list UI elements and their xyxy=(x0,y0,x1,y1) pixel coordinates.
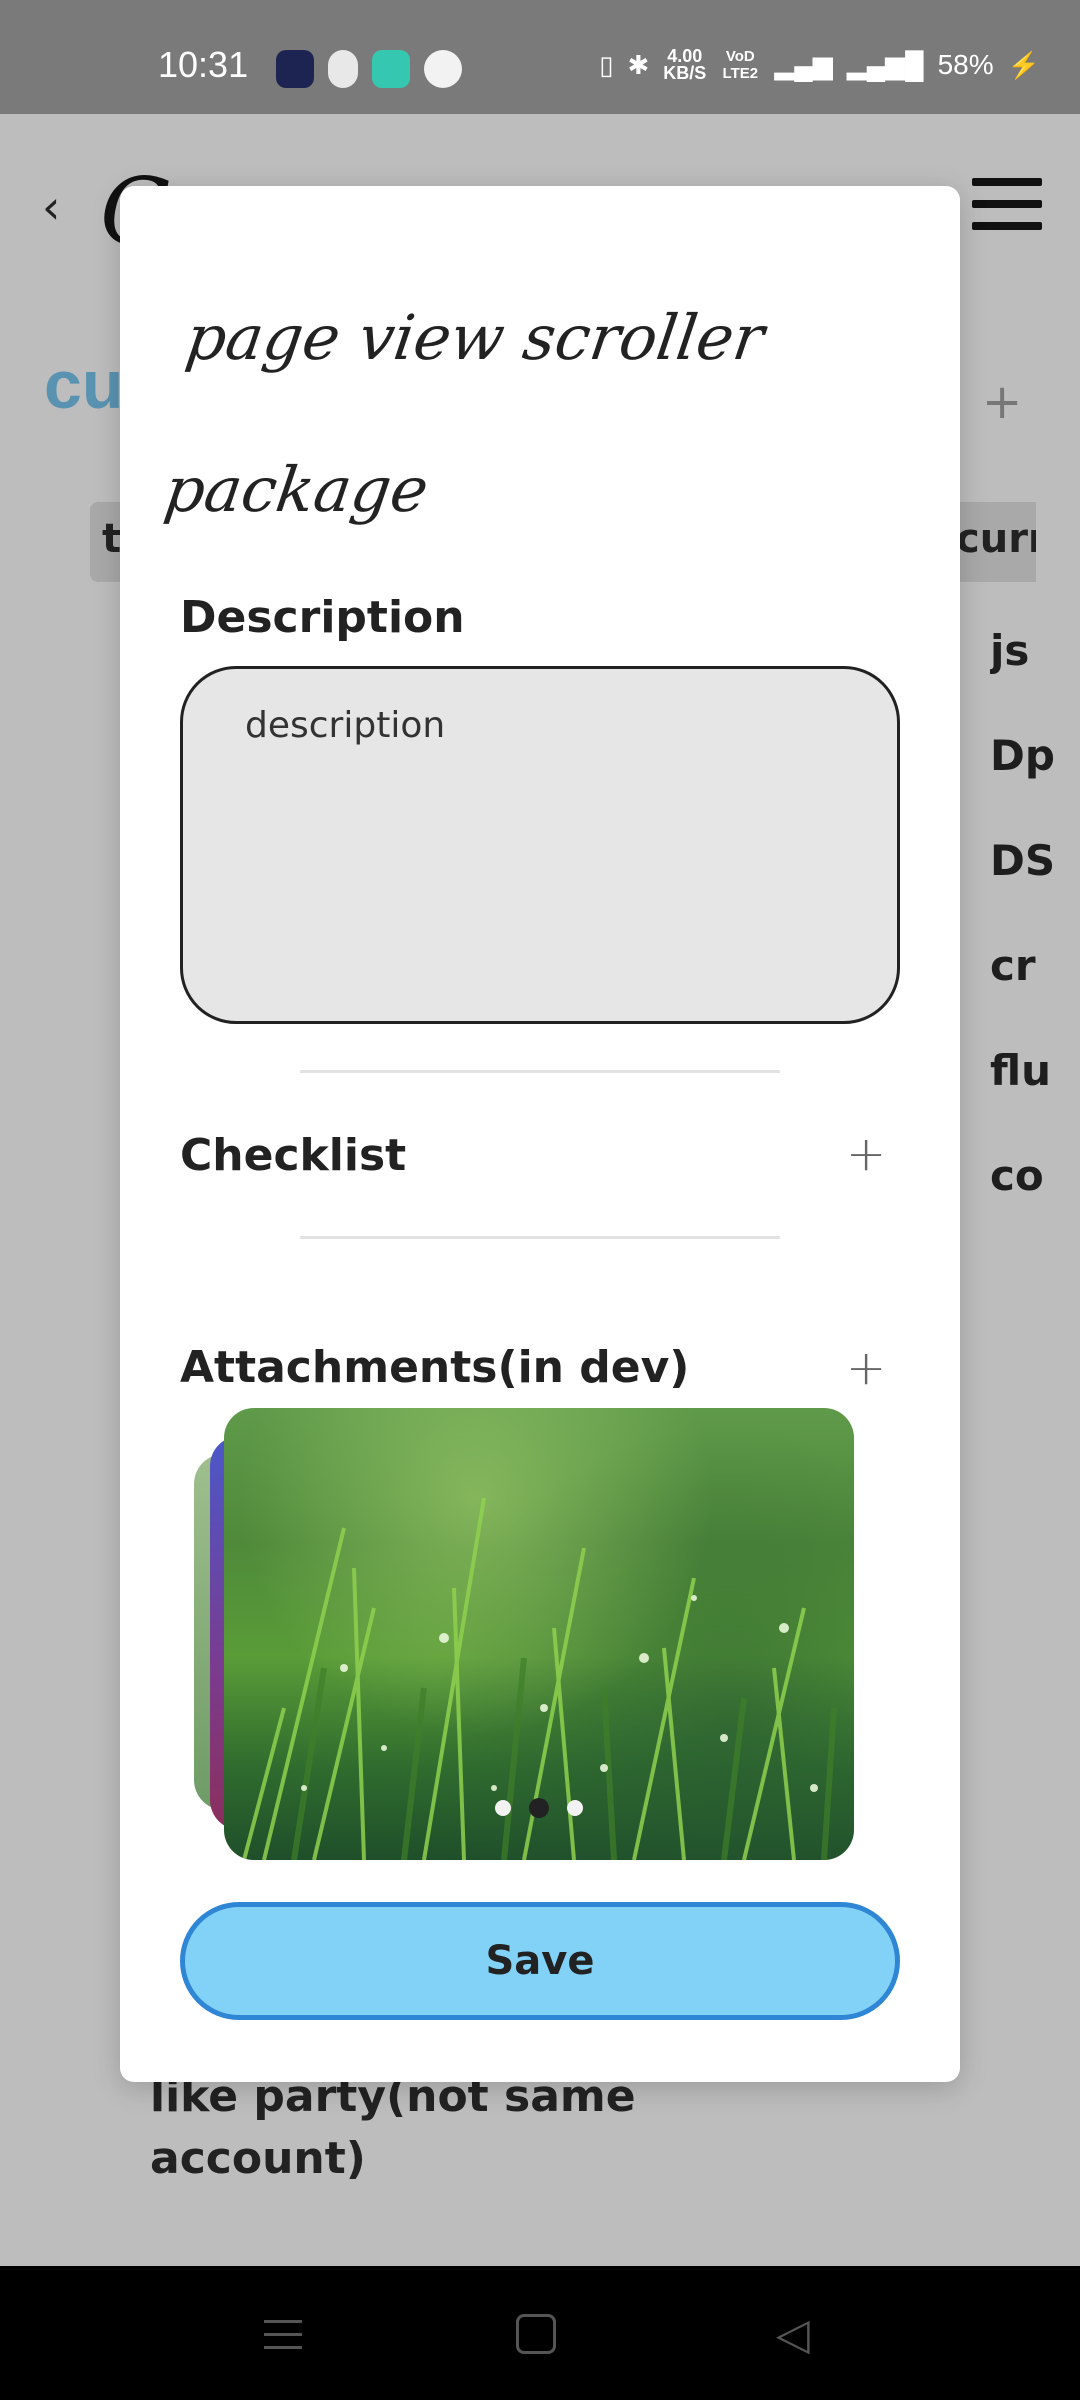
bluetooth-icon: ✱ xyxy=(627,49,650,80)
list-item[interactable]: DS xyxy=(990,836,1070,941)
signal-icon: ▂▄▆█ xyxy=(846,49,924,80)
list-item[interactable]: js xyxy=(990,626,1070,731)
page-dot-active[interactable] xyxy=(529,1798,549,1818)
app-notification-icon xyxy=(328,50,358,88)
background-list: js Dp DS cr flu co xyxy=(990,626,1070,1256)
list-item[interactable]: cr xyxy=(990,941,1070,1046)
page-dot[interactable] xyxy=(567,1800,583,1816)
dialog-title: page view scroller package xyxy=(160,301,769,526)
attachments-label: Attachments(in dev) xyxy=(180,1342,690,1393)
app-notification-icon xyxy=(372,50,410,88)
list-item[interactable]: co xyxy=(990,1151,1070,1256)
attachment-image-grass[interactable] xyxy=(224,1408,854,1860)
background-add-icon[interactable]: + xyxy=(982,374,1022,430)
notification-icons xyxy=(276,50,462,88)
battery-percent: 58% xyxy=(937,49,994,80)
description-placeholder: description xyxy=(245,705,446,746)
checklist-label: Checklist xyxy=(180,1130,407,1181)
back-icon[interactable]: ◁ xyxy=(776,2310,826,2360)
status-time: 10:31 xyxy=(158,44,249,85)
divider xyxy=(300,1236,780,1239)
save-button-label: Save xyxy=(485,1938,595,1984)
hamburger-menu-icon[interactable] xyxy=(972,178,1042,244)
app-notification-icon xyxy=(276,50,314,88)
task-detail-dialog: page view scroller package Description d… xyxy=(120,186,960,2082)
description-input[interactable]: description xyxy=(180,666,900,1024)
save-button[interactable]: Save xyxy=(180,1902,900,2020)
background-card-text: like party(not same account) xyxy=(150,2071,636,2184)
status-bar: 10:31 ▯ ✱ 4.00 KB/S VoD LTE2 ▂▄▆ ▂▄▆█ 58… xyxy=(0,0,1080,114)
page-dot[interactable] xyxy=(495,1800,511,1816)
home-icon[interactable] xyxy=(516,2314,556,2354)
list-item[interactable]: flu xyxy=(990,1046,1070,1151)
add-checklist-icon[interactable]: + xyxy=(846,1126,886,1182)
network-speed: 4.00 KB/S xyxy=(663,46,707,83)
background-tab-chip[interactable]: curr xyxy=(956,502,1036,582)
background-heading: cu xyxy=(44,347,124,423)
add-attachment-icon[interactable]: + xyxy=(846,1340,886,1396)
grass-image xyxy=(242,1497,837,1860)
vibrate-icon: ▯ xyxy=(599,49,614,80)
page-indicator xyxy=(224,1798,854,1818)
back-chevron-icon[interactable]: ‹ xyxy=(42,180,60,234)
system-nav-bar: ◁ xyxy=(0,2266,1080,2400)
attachment-page-scroller[interactable] xyxy=(194,1408,874,1860)
volte-indicator: VoD LTE2 xyxy=(722,48,759,82)
description-label: Description xyxy=(180,592,465,643)
charging-icon: ⚡ xyxy=(1007,49,1040,80)
4g-signal-icon: ▂▄▆ xyxy=(774,49,833,80)
status-indicators: ▯ ✱ 4.00 KB/S VoD LTE2 ▂▄▆ ▂▄▆█ 58% ⚡ xyxy=(599,46,1040,83)
divider xyxy=(300,1070,780,1073)
recent-apps-icon[interactable] xyxy=(258,2310,308,2360)
list-item[interactable]: Dp xyxy=(990,731,1070,836)
app-notification-icon xyxy=(424,50,462,88)
